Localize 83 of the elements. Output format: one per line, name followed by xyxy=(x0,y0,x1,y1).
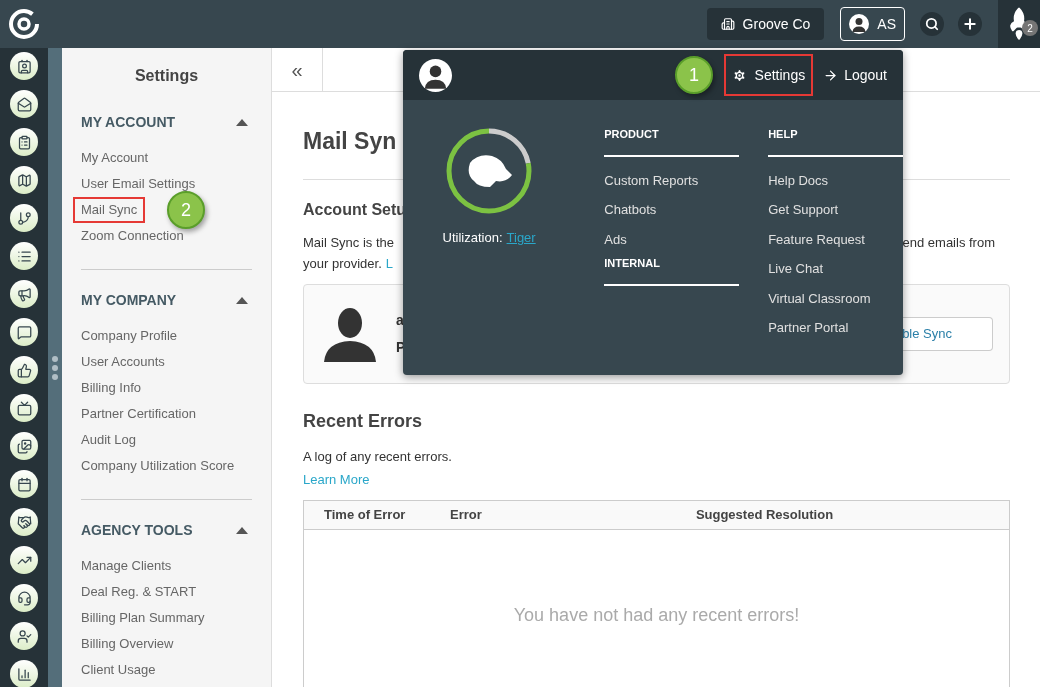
sidebar-link[interactable]: Manage Clients xyxy=(81,556,172,576)
menu-link[interactable]: Get Support xyxy=(768,200,903,220)
bar-chart-icon[interactable] xyxy=(10,660,38,687)
branch-icon[interactable] xyxy=(10,204,38,232)
search-button[interactable] xyxy=(920,12,944,36)
menu-link[interactable]: Chatbots xyxy=(604,200,740,220)
sidebar-link[interactable]: Company Utilization Score xyxy=(81,456,235,476)
sidebar-link[interactable]: Deal Reg. & START xyxy=(81,582,197,602)
arrow-right-icon xyxy=(823,67,839,83)
handshake-icon[interactable] xyxy=(10,508,38,536)
images-icon[interactable] xyxy=(10,432,38,460)
sidebar-link[interactable]: Billing Plan Summary xyxy=(81,608,205,628)
chat-icon[interactable] xyxy=(10,318,38,346)
callout-marker: 2 xyxy=(167,191,205,229)
headset-icon[interactable] xyxy=(10,584,38,612)
section-heading: Recent Errors xyxy=(303,409,424,433)
calendar-icon[interactable] xyxy=(10,470,38,498)
section-title: MY COMPANY xyxy=(81,291,177,310)
column-header: Suggested Resolution xyxy=(694,505,835,524)
add-button[interactable] xyxy=(958,12,982,36)
gear-icon xyxy=(731,67,747,83)
sidebar-link[interactable]: Mail Sync xyxy=(73,197,146,223)
column-header: Error xyxy=(449,505,483,524)
user-button[interactable]: AS xyxy=(840,7,905,41)
logo-icon xyxy=(8,8,40,40)
user-icon[interactable] xyxy=(10,622,38,650)
mail-icon[interactable] xyxy=(10,90,38,118)
menu-link[interactable]: Ads xyxy=(604,229,740,249)
menu-link[interactable]: Feature Request xyxy=(768,229,903,249)
empty-message: You have not had any recent errors! xyxy=(512,603,801,627)
menu-link[interactable]: Live Chat xyxy=(768,259,903,279)
description-text: your provider. xyxy=(303,254,382,273)
card-text: a xyxy=(396,310,405,330)
sidebar-link[interactable]: Billing Info xyxy=(81,378,141,398)
building-icon xyxy=(720,17,735,31)
section-title: MY ACCOUNT xyxy=(81,113,176,132)
rocket-button[interactable]: 2 xyxy=(998,0,1040,48)
logout-button[interactable]: Logout xyxy=(823,64,887,86)
learn-more-link[interactable]: Learn More xyxy=(303,470,370,490)
callout-marker: 1 xyxy=(675,56,713,94)
utilization-label: Utilization: xyxy=(442,229,503,247)
tiger-link[interactable]: Tiger xyxy=(506,228,536,248)
collapse-arrow-icon[interactable] xyxy=(236,527,248,534)
menu-link[interactable]: Partner Portal xyxy=(768,318,903,338)
sidebar-link[interactable]: Audit Log xyxy=(81,430,136,450)
description-text: A log of any recent errors. xyxy=(303,447,453,466)
sidebar-link[interactable]: Zoom Connection xyxy=(81,226,184,246)
sidebar-link[interactable]: Company Profile xyxy=(81,326,178,346)
plus-icon xyxy=(962,16,978,32)
sidebar-title: Settings xyxy=(133,66,200,86)
sidebar-link[interactable]: User Email Settings xyxy=(81,174,196,194)
menu-section-title: HELP xyxy=(768,126,903,157)
list-icon[interactable] xyxy=(10,242,38,270)
sidebar-link[interactable]: User Accounts xyxy=(81,352,165,372)
collapse-arrow-icon[interactable] xyxy=(236,297,248,304)
tv-icon[interactable] xyxy=(10,394,38,422)
clipboard-icon[interactable] xyxy=(10,128,38,156)
search-icon xyxy=(925,17,939,31)
settings-button[interactable]: Settings xyxy=(723,54,814,96)
collapse-arrow-icon[interactable] xyxy=(236,119,248,126)
section-title: AGENCY TOOLS xyxy=(81,521,193,540)
thumbs-up-icon[interactable] xyxy=(10,356,38,384)
sidebar-link[interactable]: My Account xyxy=(81,148,149,168)
column-header: Time of Error xyxy=(323,505,407,524)
chart-icon[interactable] xyxy=(10,546,38,574)
description-text: end emails from xyxy=(902,233,995,252)
sidebar-link[interactable]: Billing Overview xyxy=(81,634,174,654)
menu-section-title: PRODUCT xyxy=(604,126,740,157)
menu-section-title: INTERNAL xyxy=(604,255,740,286)
sync-button[interactable]: ble Sync xyxy=(901,316,993,351)
avatar-icon xyxy=(849,14,870,34)
avatar-icon xyxy=(419,58,452,92)
sidebar-link[interactable]: Client Usage xyxy=(81,660,156,680)
map-icon[interactable] xyxy=(10,166,38,194)
description-text: Mail Sync is the xyxy=(303,233,395,252)
megaphone-icon[interactable] xyxy=(10,280,38,308)
notification-badge: 2 xyxy=(1022,20,1038,36)
collapse-button[interactable]: « xyxy=(272,48,323,91)
menu-link[interactable]: Virtual Classroom xyxy=(768,288,903,308)
sidebar-link[interactable]: Partner Certification xyxy=(81,404,196,424)
contact-card-icon[interactable] xyxy=(10,52,38,80)
person-icon xyxy=(324,305,376,362)
company-button[interactable]: Groove Co xyxy=(706,8,825,40)
